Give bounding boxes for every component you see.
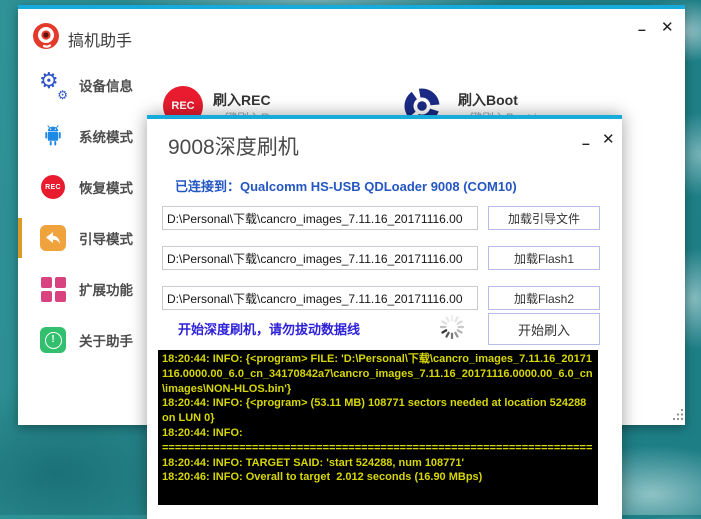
app-logo-icon [32, 22, 60, 50]
log-line: 18:20:44: INFO: {<program> (53.11 MB) 10… [162, 396, 594, 426]
boot-file-path-input[interactable] [162, 206, 478, 230]
close-icon[interactable]: ✕ [602, 132, 615, 147]
log-console[interactable]: 18:20:44: INFO: {<program> FILE: 'D:\Per… [158, 350, 598, 505]
resize-grip[interactable] [672, 407, 684, 421]
sidebar-item-label: 扩展功能 [79, 279, 133, 299]
deep-flash-dialog: 9008深度刷机 – ✕ 已连接到：Qualcomm HS-USB QDLoad… [147, 115, 622, 519]
sidebar-item-label: 设备信息 [79, 75, 133, 95]
android-icon [39, 122, 67, 150]
sidebar-item-device-info[interactable]: ⚙⚙ 设备信息 [18, 65, 168, 105]
load-boot-file-button[interactable]: 加载引导文件 [488, 206, 600, 230]
minimize-icon[interactable]: – [582, 136, 590, 150]
log-line: 18:20:46: INFO: Overall to target 2.012 … [162, 470, 594, 485]
load-flash2-button[interactable]: 加载Flash2 [488, 286, 600, 310]
log-line: 18:20:44: INFO: TARGET SAID: 'start 5242… [162, 456, 594, 471]
loading-spinner-icon [438, 313, 466, 341]
gears-icon: ⚙⚙ [39, 71, 67, 99]
dialog-title: 9008深度刷机 [168, 131, 299, 161]
log-line: 18:20:44: INFO: [162, 426, 594, 441]
flash2-path-input[interactable] [162, 286, 478, 310]
app-title: 搞机助手 [68, 27, 132, 51]
sidebar-item-label: 引导模式 [79, 228, 133, 248]
sidebar-item-extended-functions[interactable]: 扩展功能 [18, 269, 168, 309]
action-title: 刷入REC [213, 90, 271, 110]
sidebar-item-about[interactable]: ! 关于助手 [18, 320, 168, 360]
load-flash1-button[interactable]: 加载Flash1 [488, 246, 600, 270]
connected-device-label: 已连接到：Qualcomm HS-USB QDLoader 9008 (COM1… [175, 176, 517, 195]
sidebar-item-label: 系统模式 [79, 126, 133, 146]
sidebar-item-system-mode[interactable]: 系统模式 [18, 116, 168, 156]
action-title: 刷入Boot [458, 90, 518, 110]
grid-icon [39, 275, 67, 303]
flash1-path-input[interactable] [162, 246, 478, 270]
flashing-status-text: 开始深度刷机，请勿拔动数据线 [178, 319, 360, 338]
rec-icon: REC [39, 173, 67, 201]
back-arrow-icon [39, 224, 67, 252]
minimize-icon[interactable]: – [638, 22, 646, 36]
sidebar-item-recovery-mode[interactable]: REC 恢复模式 [18, 167, 168, 207]
close-icon[interactable]: ✕ [661, 20, 674, 35]
sidebar-item-label: 恢复模式 [79, 177, 133, 197]
sidebar-item-boot-mode[interactable]: 引导模式 [18, 218, 168, 258]
exclamation-icon: ! [39, 326, 67, 354]
sidebar-item-label: 关于助手 [79, 330, 133, 350]
log-line: 18:20:44: INFO: {<program> FILE: 'D:\Per… [162, 352, 594, 396]
start-flash-button[interactable]: 开始刷入 [488, 313, 600, 345]
log-line: ========================================… [162, 441, 594, 456]
